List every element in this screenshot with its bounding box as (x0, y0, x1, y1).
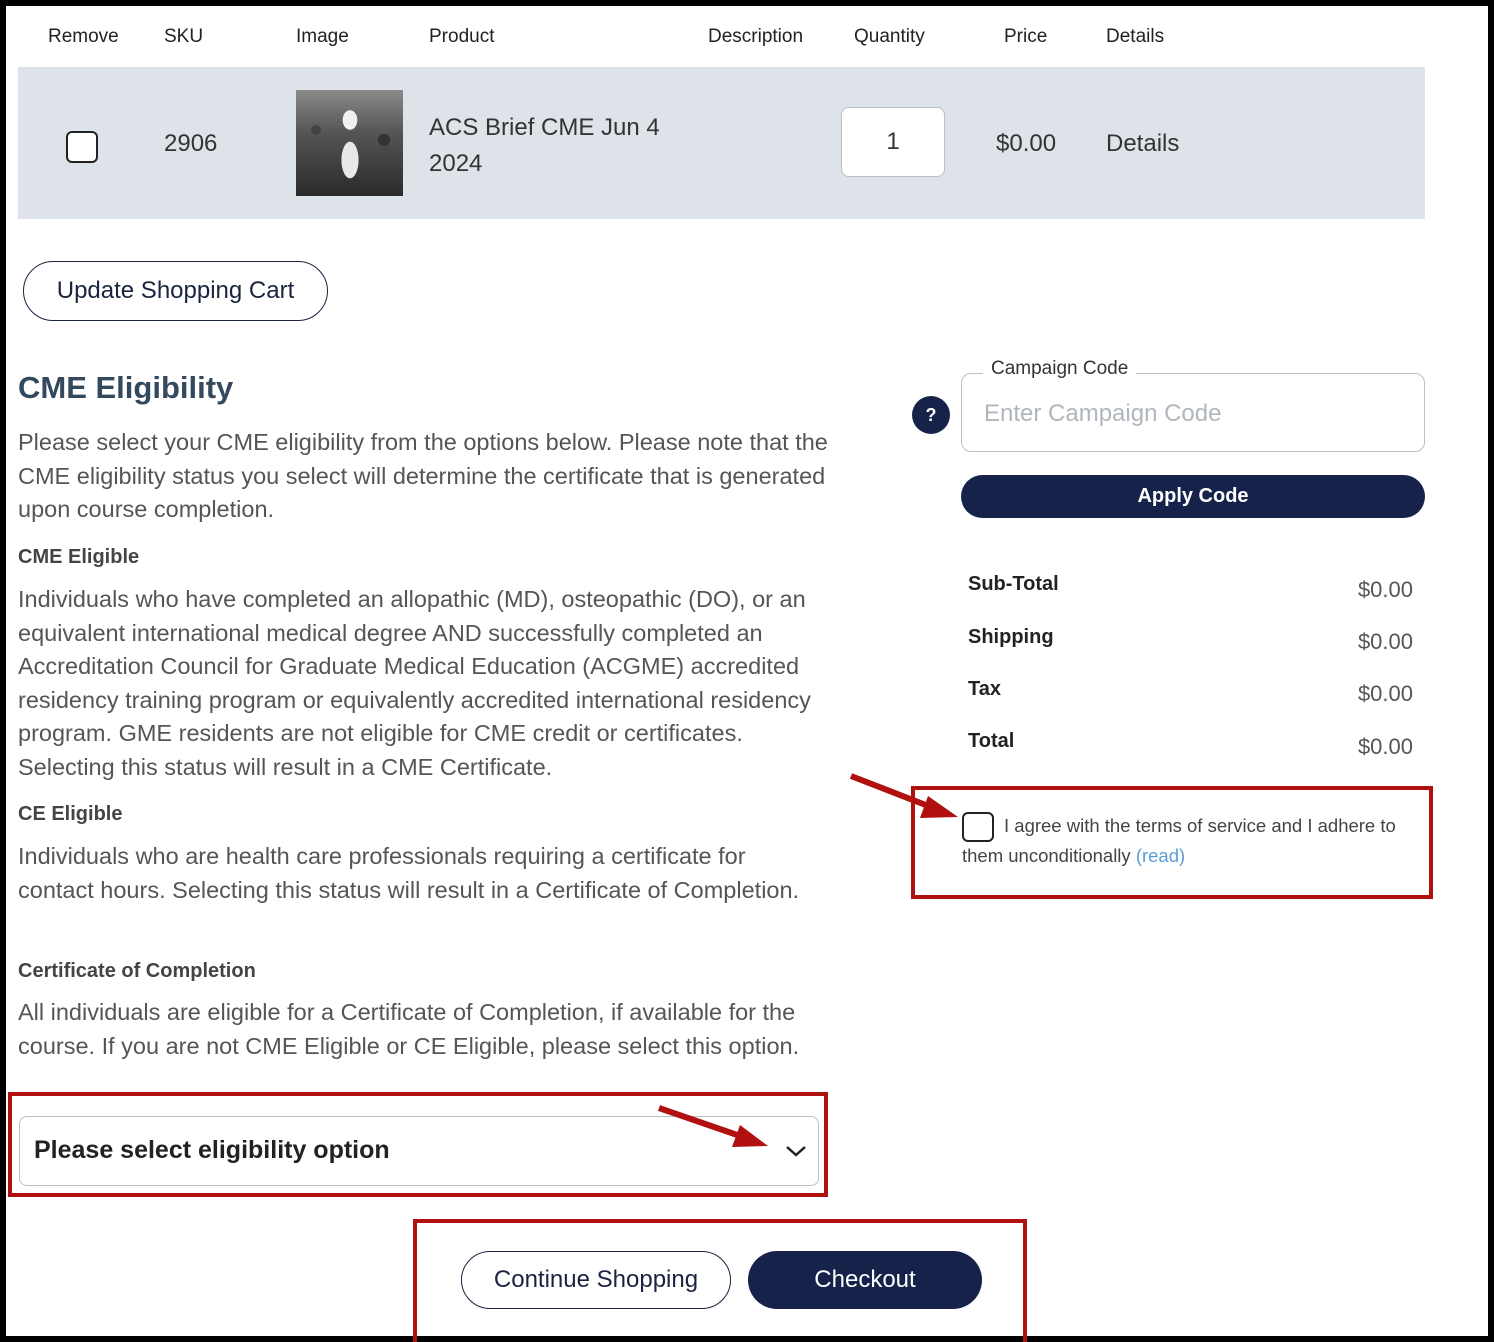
annotation-arrows (658, 773, 958, 1147)
arrow-head-icon (920, 796, 958, 818)
arrow-icon (658, 1105, 747, 1141)
cart-page: Remove SKU Image Product Description Qua… (6, 6, 1488, 1342)
arrow-icon (849, 773, 938, 812)
arrow-head-icon (732, 1125, 768, 1147)
